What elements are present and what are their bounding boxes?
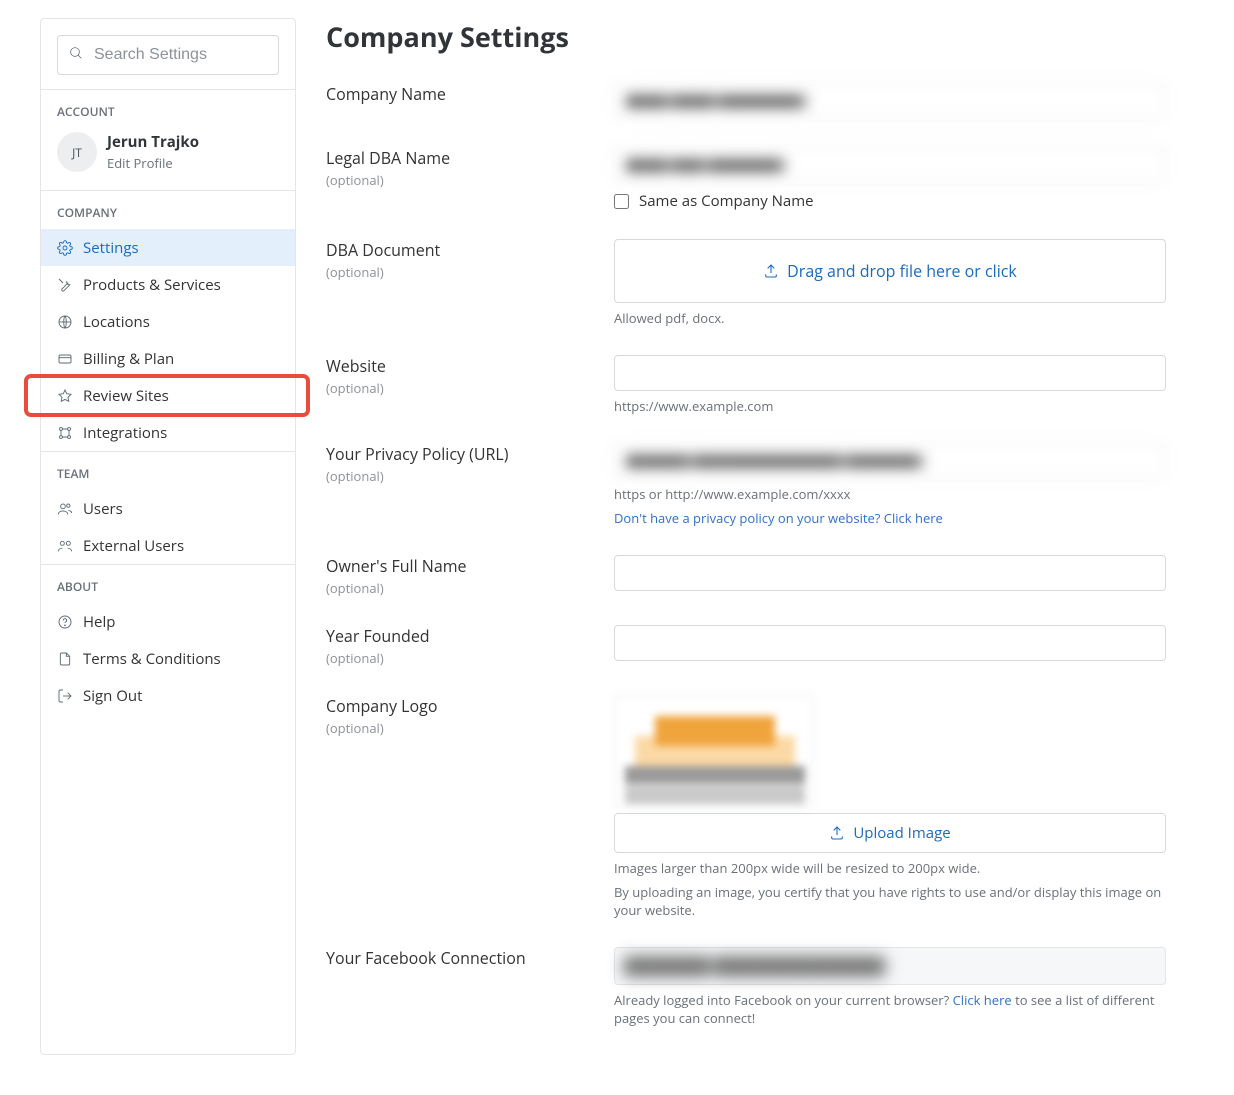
input-company-name[interactable] [614, 83, 1166, 119]
help-privacy-1: https or http://www.example.com/xxxx [614, 485, 1166, 503]
sidebar-item-products[interactable]: Products & Services [41, 266, 295, 303]
label-website: Website [326, 355, 614, 377]
avatar: JT [57, 132, 97, 172]
star-icon [57, 388, 73, 404]
sidebar-item-terms[interactable]: Terms & Conditions [41, 640, 295, 677]
sidebar-item-label: Locations [83, 312, 150, 332]
company-settings-form: Company Settings Company Name Legal DBA … [296, 18, 1166, 1055]
external-users-icon [57, 538, 73, 554]
sidebar-item-sign-out[interactable]: Sign Out [41, 677, 295, 714]
sidebar-item-label: Terms & Conditions [83, 649, 221, 669]
dba-doc-dropzone[interactable]: Drag and drop file here or click [614, 239, 1166, 303]
settings-sidebar: ACCOUNT JT Jerun Trajko Edit Profile COM… [40, 18, 296, 1055]
link-facebook-click-here[interactable]: Click here [953, 991, 1012, 1009]
document-icon [57, 651, 73, 667]
sidebar-item-billing[interactable]: Billing & Plan [41, 340, 295, 377]
label-facebook: Your Facebook Connection [326, 947, 614, 969]
facebook-connection-box[interactable]: ████████ ████████████████ [614, 947, 1166, 985]
globe-icon [57, 314, 73, 330]
help-logo-1: Images larger than 200px wide will be re… [614, 859, 1166, 877]
sidebar-item-external-users[interactable]: External Users [41, 527, 295, 564]
section-header-company: COMPANY [41, 191, 295, 229]
profile-block[interactable]: JT Jerun Trajko Edit Profile [41, 128, 295, 190]
sidebar-item-label: Billing & Plan [83, 349, 174, 369]
sidebar-item-settings[interactable]: Settings [41, 229, 295, 266]
sidebar-item-label: Review Sites [83, 386, 169, 406]
label-sub: (optional) [326, 719, 614, 737]
sidebar-item-label: Integrations [83, 423, 167, 443]
page-title: Company Settings [326, 18, 1166, 55]
upload-image-button[interactable]: Upload Image [614, 813, 1166, 853]
label-legal-dba: Legal DBA Name [326, 147, 614, 169]
sidebar-item-label: Help [83, 612, 115, 632]
label-sub: (optional) [326, 579, 614, 597]
help-facebook-pre: Already logged into Facebook on your cur… [614, 991, 953, 1009]
label-year: Year Founded [326, 625, 614, 647]
label-sub: (optional) [326, 649, 614, 667]
label-same-as-company[interactable]: Same as Company Name [639, 191, 814, 211]
help-dba-doc: Allowed pdf, docx. [614, 309, 1166, 327]
tools-icon [57, 277, 73, 293]
integrations-icon [57, 425, 73, 441]
checkbox-same-as-company[interactable] [614, 194, 629, 209]
dropzone-label: Drag and drop file here or click [787, 260, 1017, 282]
label-dba-doc: DBA Document [326, 239, 614, 261]
section-header-about: ABOUT [41, 565, 295, 603]
sidebar-item-users[interactable]: Users [41, 490, 295, 527]
section-header-account: ACCOUNT [41, 90, 295, 128]
label-sub: (optional) [326, 171, 614, 189]
input-year-founded[interactable] [614, 625, 1166, 661]
search-icon [68, 44, 84, 66]
link-privacy-policy-help[interactable]: Don't have a privacy policy on your webs… [614, 509, 943, 527]
sidebar-item-locations[interactable]: Locations [41, 303, 295, 340]
sidebar-item-label: Products & Services [83, 275, 221, 295]
gear-icon [57, 240, 73, 256]
help-logo-2: By uploading an image, you certify that … [614, 883, 1166, 919]
label-logo: Company Logo [326, 695, 614, 717]
sidebar-item-label: External Users [83, 536, 184, 556]
credit-card-icon [57, 351, 73, 367]
input-privacy-url[interactable] [614, 443, 1166, 479]
label-company-name: Company Name [326, 83, 614, 105]
sidebar-item-review-sites[interactable]: Review Sites [27, 377, 307, 414]
sidebar-item-help[interactable]: Help [41, 603, 295, 640]
sign-out-icon [57, 688, 73, 704]
input-owner[interactable] [614, 555, 1166, 591]
section-header-team: TEAM [41, 452, 295, 490]
edit-profile-link[interactable]: Edit Profile [107, 154, 199, 172]
label-sub: (optional) [326, 379, 614, 397]
input-legal-dba[interactable] [614, 147, 1166, 183]
sidebar-item-label: Settings [83, 238, 139, 258]
label-owner: Owner's Full Name [326, 555, 614, 577]
search-settings[interactable] [57, 35, 279, 75]
label-sub: (optional) [326, 467, 614, 485]
profile-name: Jerun Trajko [107, 132, 199, 152]
help-icon [57, 614, 73, 630]
sidebar-item-label: Sign Out [83, 686, 142, 706]
sidebar-item-label: Users [83, 499, 123, 519]
upload-image-label: Upload Image [853, 823, 950, 843]
label-sub: (optional) [326, 263, 614, 281]
company-logo-preview [614, 695, 814, 807]
search-input[interactable] [94, 46, 268, 64]
sidebar-item-integrations[interactable]: Integrations [41, 414, 295, 451]
label-privacy: Your Privacy Policy (URL) [326, 443, 614, 465]
input-website[interactable] [614, 355, 1166, 391]
help-website: https://www.example.com [614, 397, 1166, 415]
users-icon [57, 501, 73, 517]
